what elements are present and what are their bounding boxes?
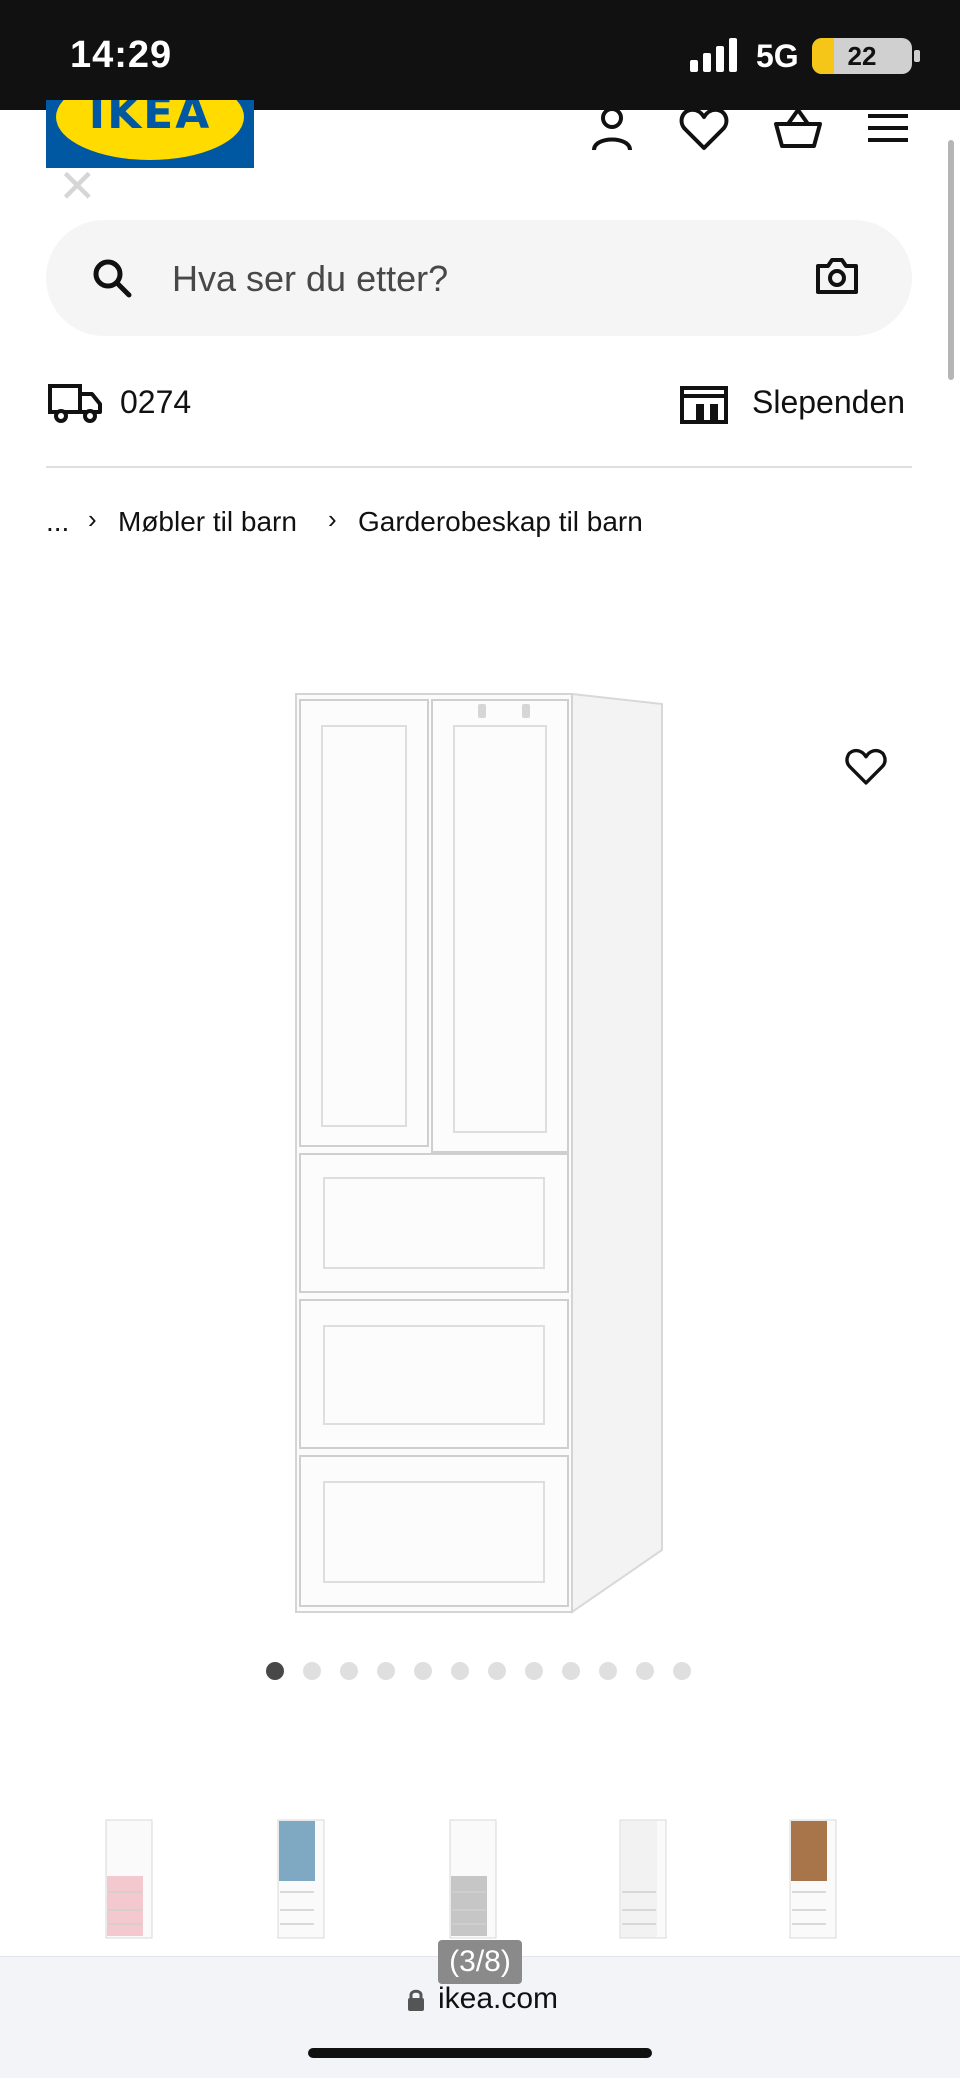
lock-icon (408, 1989, 424, 2011)
carousel-dot[interactable] (451, 1662, 469, 1680)
search-input[interactable] (170, 248, 794, 310)
carousel-dot[interactable] (636, 1662, 654, 1680)
status-time: 14:29 (70, 34, 173, 76)
breadcrumb-item[interactable]: Garderobeskap til barn (358, 506, 643, 538)
variant-thumbnail-white[interactable] (614, 1816, 674, 1942)
carousel-dot[interactable] (303, 1662, 321, 1680)
carousel-dot[interactable] (673, 1662, 691, 1680)
product-image[interactable] (290, 690, 670, 1620)
variant-thumbnail-wood[interactable] (784, 1816, 844, 1942)
url-bar[interactable]: ikea.com (438, 1982, 558, 2016)
network-type: 5G (756, 38, 799, 74)
signal-icon (690, 38, 737, 72)
variant-thumbnail-pink[interactable] (100, 1816, 160, 1942)
battery-tip (914, 50, 920, 62)
breadcrumb-ellipsis[interactable]: ... (46, 506, 69, 538)
logo-text: IKEA (88, 100, 212, 139)
store-name[interactable]: Slependen (752, 384, 905, 421)
variant-thumbnail-blue[interactable] (272, 1816, 332, 1942)
person-icon[interactable] (584, 100, 640, 156)
delivery-postcode[interactable]: 0274 (120, 384, 191, 421)
menu-icon[interactable] (862, 100, 918, 156)
battery-indicator: 22 (812, 38, 912, 74)
home-indicator (308, 2048, 652, 2058)
carousel-dot[interactable] (562, 1662, 580, 1680)
basket-icon[interactable] (770, 100, 826, 156)
carousel-dot[interactable] (525, 1662, 543, 1680)
carousel-dot[interactable] (266, 1662, 284, 1680)
carousel-dot[interactable] (488, 1662, 506, 1680)
store-icon[interactable] (680, 382, 728, 424)
chevron-right-icon: › (328, 504, 337, 534)
carousel-dot[interactable] (414, 1662, 432, 1680)
camera-icon[interactable] (814, 256, 860, 296)
variant-thumbnail-grey[interactable] (444, 1816, 504, 1942)
close-icon[interactable]: ✕ (58, 163, 97, 209)
scrollbar[interactable] (948, 140, 954, 380)
truck-icon[interactable] (48, 382, 102, 424)
search-icon (93, 259, 132, 298)
carousel-dot[interactable] (340, 1662, 358, 1680)
carousel-dot[interactable] (599, 1662, 617, 1680)
chevron-right-icon: › (88, 504, 97, 534)
heart-icon[interactable] (676, 100, 732, 156)
carousel-dots[interactable] (266, 1662, 691, 1682)
ikea-logo[interactable]: IKEA (46, 100, 254, 168)
battery-level: 22 (847, 41, 877, 71)
header-divider (46, 466, 912, 468)
add-to-favourites-icon[interactable] (842, 744, 890, 788)
carousel-dot[interactable] (377, 1662, 395, 1680)
image-pager: (3/8) (438, 1940, 522, 1984)
breadcrumb-item[interactable]: Møbler til barn (118, 506, 297, 538)
